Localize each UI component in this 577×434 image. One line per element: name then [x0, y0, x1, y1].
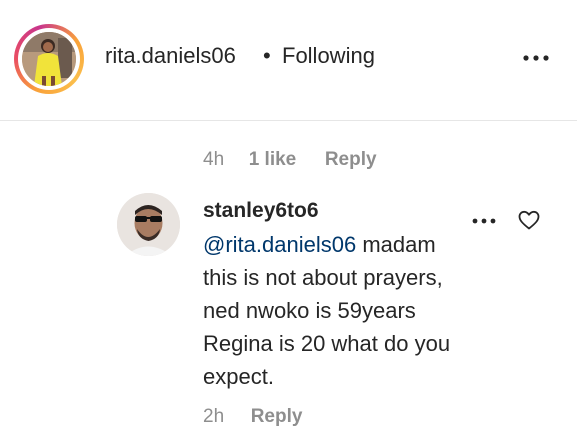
following-button[interactable]: Following: [282, 43, 375, 69]
more-horizontal-icon[interactable]: [470, 212, 498, 230]
reply-author-username[interactable]: stanley6to6: [203, 199, 319, 223]
heart-outline-icon[interactable]: [517, 208, 541, 232]
parent-comment-meta: 4h 1 like Reply: [203, 149, 377, 171]
separator-dot: •: [263, 43, 271, 68]
story-ring[interactable]: [14, 24, 84, 94]
comment-time: 2h: [203, 406, 225, 427]
reply-button[interactable]: Reply: [325, 149, 377, 170]
post-author-username[interactable]: rita.daniels06: [105, 43, 236, 69]
reply-comment-text: @rita.daniels06 madam this is not about …: [203, 228, 473, 393]
avatar[interactable]: [22, 32, 76, 86]
likes-count[interactable]: 1 like: [249, 149, 297, 170]
comment-time: 4h: [203, 149, 225, 170]
avatar-image: [22, 32, 76, 86]
avatar-image: [117, 193, 180, 256]
reply-author-avatar[interactable]: [117, 193, 180, 256]
post-header: rita.daniels06 • Following: [0, 0, 577, 121]
comments-panel: rita.daniels06 • Following 4h 1 like Rep…: [0, 0, 577, 434]
mention-link[interactable]: @rita.daniels06: [203, 232, 356, 257]
reply-button[interactable]: Reply: [251, 406, 303, 427]
reply-comment-meta: 2h Reply: [203, 406, 302, 428]
more-horizontal-icon[interactable]: [521, 48, 551, 68]
